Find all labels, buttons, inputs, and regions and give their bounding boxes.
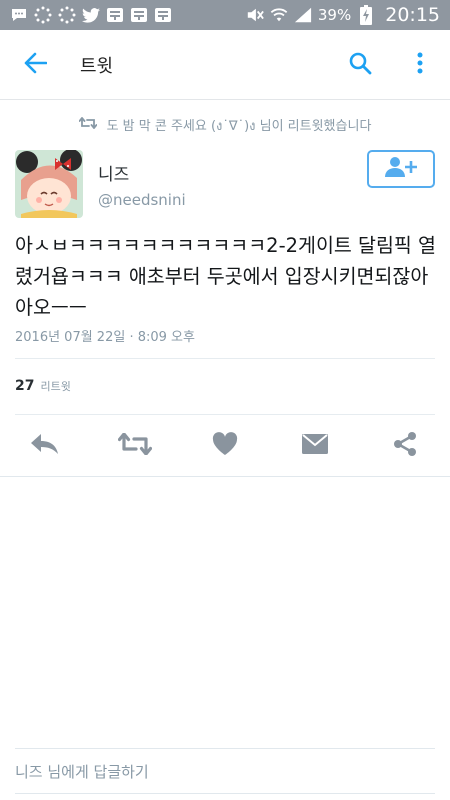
app-badge-icon (106, 6, 124, 24)
tweet-author: 니즈 @needsnini (15, 150, 435, 220)
overflow-menu-button[interactable] (390, 30, 450, 100)
tweet-text: 아ㅅㅂㅋㅋㅋㅋㅋㅋㅋㅋㅋㅋㅋ2-2게이트 달림픽 열렸거욥ㅋㅋㅋ 애초부터 두곳… (15, 234, 436, 319)
avatar[interactable] (15, 150, 83, 218)
retweet-context[interactable]: 도 밤 막 콘 주세요 (ง˙∇˙)ง 님이 리트윗했습니다 (0, 112, 450, 138)
battery-icon (357, 5, 375, 25)
battery-percent: 39% (317, 6, 352, 24)
wifi-icon (270, 6, 288, 24)
app-bar: 트윗 (0, 30, 450, 100)
arrow-left-icon (23, 52, 48, 78)
reply-button[interactable] (0, 418, 90, 474)
author-handle[interactable]: @needsnini (98, 191, 186, 209)
spinner-icon (58, 6, 76, 24)
app-badge-icon (130, 6, 148, 24)
search-icon (348, 51, 372, 79)
retweet-count: 27 (15, 378, 35, 394)
mute-icon (246, 6, 264, 24)
search-button[interactable] (330, 30, 390, 100)
status-bar: 39% 20:15 (0, 0, 450, 30)
spinner-icon (34, 6, 52, 24)
chat-bubble-icon (10, 6, 28, 24)
tweet-action-bar (0, 418, 450, 474)
app-badge-icon (154, 6, 172, 24)
follow-button[interactable] (367, 150, 435, 188)
more-vert-icon (417, 52, 423, 78)
clock: 20:15 (385, 4, 440, 26)
signal-icon (294, 6, 312, 24)
reply-input[interactable]: 니즈 님에게 답글하기 (15, 748, 435, 794)
retweet-context-text: 도 밤 막 콘 주세요 (ง˙∇˙)ง 님이 리트윗했습니다 (106, 118, 372, 134)
tweet-timestamp: 2016년 07월 22일 · 8:09 오후 (15, 330, 195, 345)
retweet-count-label: 리트윗 (40, 380, 71, 393)
add-user-icon (384, 156, 418, 182)
envelope-icon (301, 433, 329, 459)
page-title: 트윗 (80, 55, 114, 77)
direct-message-button[interactable] (270, 418, 360, 474)
retweet-icon (117, 432, 153, 459)
divider (0, 476, 450, 477)
reply-icon (30, 433, 60, 459)
author-display-name[interactable]: 니즈 (98, 160, 186, 185)
retweet-small-icon (78, 117, 97, 133)
heart-icon (212, 432, 238, 460)
retweet-stats[interactable]: 27 리트윗 (15, 378, 71, 394)
retweet-button[interactable] (90, 418, 180, 474)
share-button[interactable] (360, 418, 450, 474)
like-button[interactable] (180, 418, 270, 474)
share-icon (392, 431, 418, 461)
twitter-bird-icon (82, 6, 100, 24)
divider (15, 414, 435, 415)
reply-placeholder: 니즈 님에게 답글하기 (15, 762, 149, 781)
back-button[interactable] (0, 30, 70, 100)
tweet-detail-screen: 39% 20:15 트윗 도 밤 막 콘 주세요 (ง˙∇˙)ง 님이 리트윗했… (0, 0, 450, 800)
divider (15, 358, 435, 359)
